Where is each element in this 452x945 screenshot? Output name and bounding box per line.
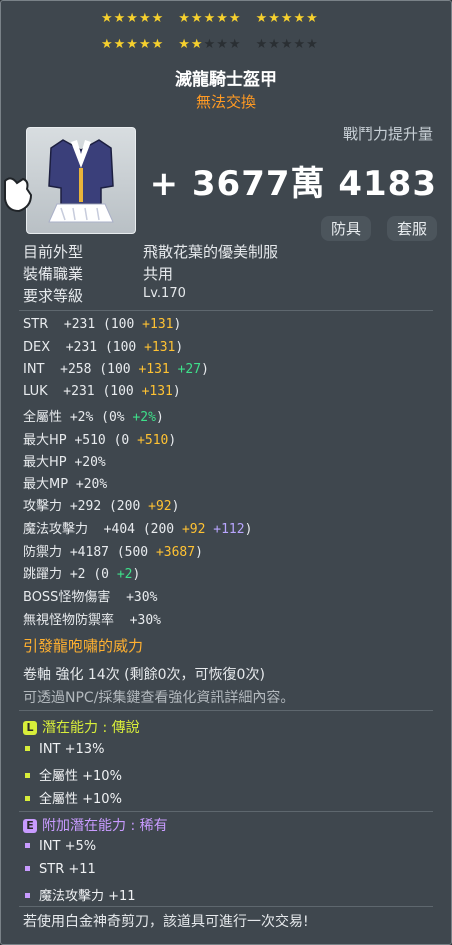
potential-line: 全屬性 +10%: [25, 765, 122, 784]
bullet-icon: [25, 773, 30, 778]
glove-cursor-icon: [4, 177, 33, 213]
additional-potential-header: E 附加潛在能力 : 稀有: [23, 815, 168, 835]
item-name: 滅龍騎士盔甲: [175, 70, 277, 90]
stat-line: DEX +231 (100 +131): [23, 340, 184, 355]
bullet-icon: [25, 866, 30, 871]
epic-badge-icon: E: [23, 819, 37, 833]
star-force-row-1: ★★★★★ ★★★★★ ★★★★★: [101, 11, 333, 26]
potential-header: L 潛在能力 : 傳說: [23, 717, 140, 737]
additional-potential-line: INT +5%: [25, 839, 96, 854]
info-value-job: 共用: [143, 265, 174, 283]
star-empty-icon: ★★★★★: [255, 37, 319, 52]
stat-line: 魔法攻擊力 +404 (200 +92 +112): [23, 522, 253, 537]
stat-line: 最大HP +510 (0 +510): [23, 433, 177, 448]
bullet-icon: [25, 893, 30, 898]
item-tooltip: ★★★★★ ★★★★★ ★★★★★ ★★★★★ ★★★★★ ★★★★★ 滅龍騎士盔甲 無…: [0, 0, 452, 945]
combat-power-label: 戰鬥力提升量: [342, 125, 433, 143]
bullet-icon: [25, 843, 30, 848]
star-icon: ★★★★★: [178, 11, 242, 26]
item-icon-frame: [26, 127, 136, 234]
star-icon: ★★★★★: [255, 11, 319, 26]
stat-line: INT +258 (100 +131 +27): [23, 362, 209, 377]
stat-line: 防禦力 +4187 (500 +3687): [23, 545, 203, 560]
trade-status: 無法交換: [195, 93, 256, 111]
tag-armor: 防具: [320, 216, 371, 241]
bullet-icon: [25, 746, 30, 751]
stat-line: 無視怪物防禦率 +30%: [23, 613, 161, 628]
divider: [19, 310, 433, 311]
additional-potential-line: STR +11: [25, 862, 96, 877]
star-force-row-2: ★★★★★ ★★★★★ ★★★★★: [101, 37, 333, 52]
stat-line: 跳躍力 +2 (0 +2): [23, 567, 141, 582]
stat-line: LUK +231 (100 +131): [23, 384, 181, 399]
potential-line: 全屬性 +10%: [25, 788, 122, 807]
bullet-icon: [25, 796, 30, 801]
star-icon: ★★: [178, 37, 204, 52]
star-icon: ★★★★★: [101, 11, 165, 26]
info-value-appearance: 飛散花葉的優美制服: [143, 243, 279, 261]
combat-power-value: + 3677萬 4183: [149, 164, 437, 204]
stat-line: 最大HP +20%: [23, 455, 106, 470]
set-effect: 引發龍咆嘯的威力: [23, 637, 144, 655]
info-value-level: Lv.170: [143, 286, 186, 301]
stat-line: STR +231 (100 +131): [23, 317, 182, 332]
info-label-level: 要求等級: [23, 287, 84, 305]
legendary-badge-icon: L: [23, 721, 37, 735]
stat-line: 攻擊力 +292 (200 +92): [23, 499, 180, 514]
stat-line: 最大MP +20%: [23, 477, 108, 492]
armor-icon: [48, 139, 114, 223]
info-label-job: 裝備職業: [23, 265, 84, 283]
footer-note: 若使用白金神奇剪刀，該道具可進行一次交易!: [23, 914, 309, 930]
potential-line: INT +13%: [25, 742, 104, 757]
stat-line: BOSS怪物傷害 +30%: [23, 590, 158, 605]
stat-line: 全屬性 +2% (0% +2%): [23, 410, 164, 425]
divider: [19, 906, 433, 907]
additional-potential-line: 魔法攻擊力 +11: [25, 885, 136, 904]
tag-set: 套服: [386, 216, 437, 241]
divider: [19, 710, 433, 711]
star-empty-icon: ★★★: [203, 37, 242, 52]
star-icon: ★★★★★: [101, 37, 165, 52]
divider: [19, 811, 433, 812]
enhance-hint: 可透過NPC/採集鍵查看強化資訊詳細內容。: [23, 690, 295, 706]
info-label-appearance: 目前外型: [23, 243, 84, 261]
scroll-info: 卷軸 強化 14次 (剩餘0次，可恢復0次): [23, 667, 265, 683]
